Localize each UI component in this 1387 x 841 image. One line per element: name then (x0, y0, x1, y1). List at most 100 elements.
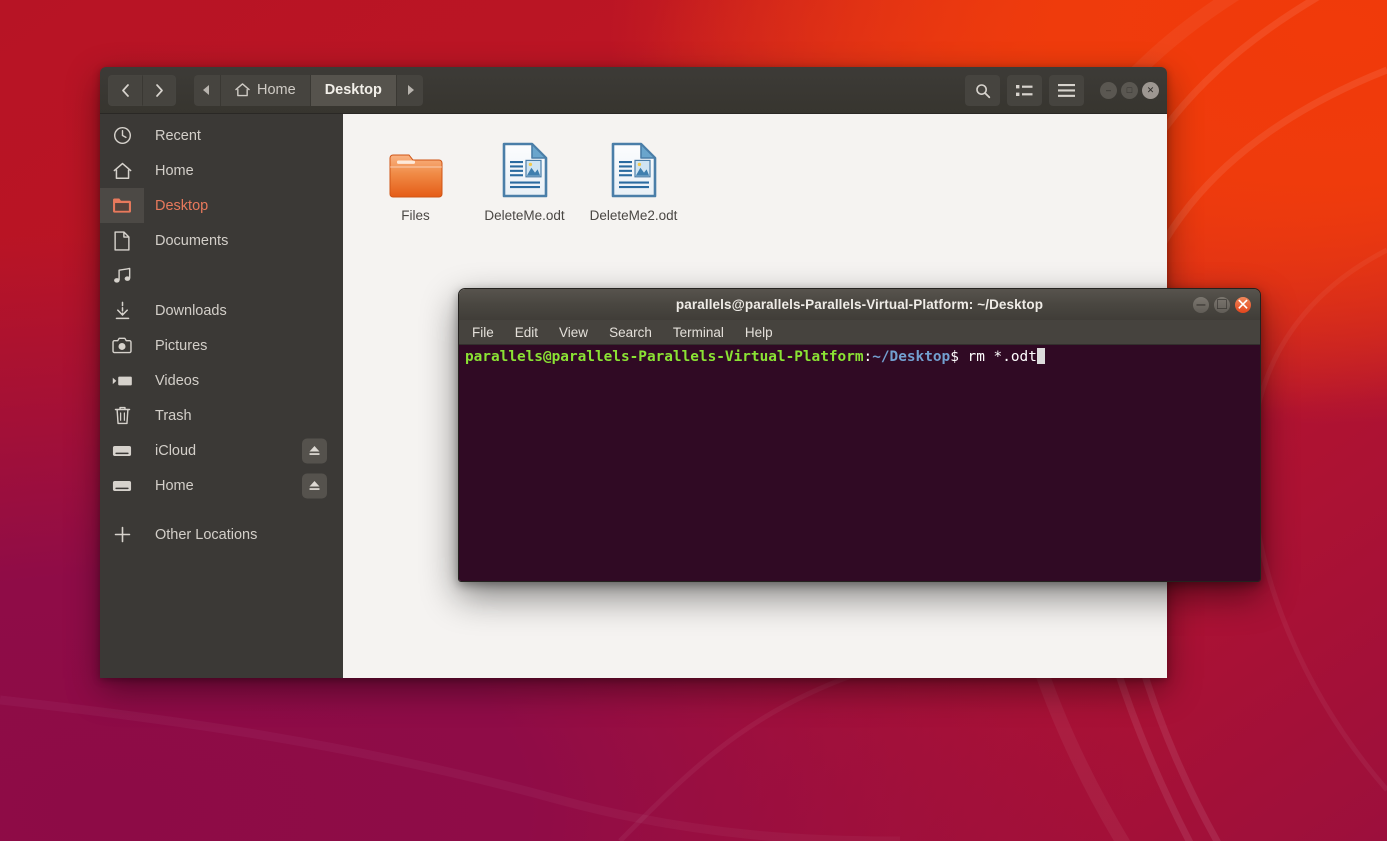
terminal-menu-bar: File Edit View Search Terminal Help (459, 320, 1260, 345)
sidebar-item-music[interactable] (100, 258, 343, 293)
sidebar-item-documents[interactable]: Documents (100, 223, 343, 258)
header-right-controls: – □ ✕ (965, 67, 1159, 114)
music-icon (100, 258, 144, 293)
camera-icon (100, 328, 144, 363)
terminal-window-controls: – □ ✕ (1193, 297, 1251, 313)
sidebar-item-desktop[interactable]: Desktop (100, 188, 343, 223)
search-icon (975, 83, 991, 99)
files-minimize-button[interactable]: – (1100, 82, 1117, 99)
sidebar-item-home-drive[interactable]: Home (100, 468, 343, 503)
file-item-deleteme2-odt[interactable]: DeleteMe2.odt (583, 130, 684, 231)
sidebar-spacer (100, 503, 343, 517)
file-item-files-folder[interactable]: Files (365, 130, 466, 231)
sidebar-item-pictures[interactable]: Pictures (100, 328, 343, 363)
menu-item-help[interactable]: Help (742, 324, 776, 341)
hamburger-menu-icon (1058, 84, 1075, 97)
triangle-right-icon (406, 85, 414, 95)
prompt-path: ~/Desktop (872, 349, 950, 365)
eject-button-icloud[interactable] (302, 438, 327, 463)
sidebar-item-downloads[interactable]: Downloads (100, 293, 343, 328)
eject-icon (308, 480, 321, 492)
odt-document-icon (610, 137, 658, 199)
drive-icon (100, 468, 144, 503)
files-header-bar: Home Desktop (100, 67, 1167, 114)
home-icon (100, 153, 144, 188)
file-name: Files (401, 207, 430, 224)
terminal-command-text (959, 349, 968, 365)
triangle-left-icon (203, 85, 211, 95)
sidebar-label-home-drive: Home (144, 478, 194, 494)
terminal-cursor (1037, 348, 1045, 364)
sidebar-label-pictures: Pictures (144, 338, 207, 354)
folder-icon (100, 188, 144, 223)
prompt-user-host: parallels@parallels-Parallels-Virtual-Pl… (465, 349, 864, 365)
sidebar-label-recent: Recent (144, 128, 201, 144)
folder-icon (388, 137, 444, 199)
menu-item-terminal[interactable]: Terminal (670, 324, 727, 341)
menu-item-view[interactable]: View (556, 324, 591, 341)
menu-item-search[interactable]: Search (606, 324, 655, 341)
sidebar-label-desktop: Desktop (144, 198, 208, 214)
files-window-controls: – □ ✕ (1100, 82, 1159, 99)
sidebar: Recent Home Desktop (100, 114, 343, 678)
breadcrumb-item-home[interactable]: Home (220, 75, 310, 106)
sidebar-label-other-locations: Other Locations (144, 527, 257, 543)
breadcrumb-scroll-right[interactable] (396, 75, 423, 106)
sidebar-item-icloud[interactable]: iCloud (100, 433, 343, 468)
chevron-right-icon (154, 83, 165, 98)
drive-icon (100, 433, 144, 468)
sidebar-label-documents: Documents (144, 233, 228, 249)
terminal-title-text: parallels@parallels-Parallels-Virtual-Pl… (676, 297, 1043, 312)
prompt-separator: : (864, 349, 873, 365)
sidebar-item-recent[interactable]: Recent (100, 118, 343, 153)
breadcrumb-label-desktop: Desktop (325, 82, 382, 98)
terminal-maximize-button[interactable]: □ (1214, 297, 1230, 313)
eject-icon (308, 445, 321, 457)
back-button[interactable] (108, 75, 142, 106)
sidebar-label-home: Home (144, 163, 194, 179)
file-name: DeleteMe.odt (484, 207, 564, 224)
terminal-command: rm *.odt (968, 349, 1037, 365)
video-icon (100, 363, 144, 398)
plus-icon (100, 517, 144, 552)
breadcrumb: Home Desktop (194, 75, 423, 106)
download-icon (100, 293, 144, 328)
sidebar-label-icloud: iCloud (144, 443, 196, 459)
sidebar-label-downloads: Downloads (144, 303, 227, 319)
sidebar-item-other-locations[interactable]: Other Locations (100, 517, 343, 552)
forward-button[interactable] (142, 75, 176, 106)
terminal-title-bar[interactable]: parallels@parallels-Parallels-Virtual-Pl… (459, 289, 1260, 320)
trash-icon (100, 398, 144, 433)
search-button[interactable] (965, 75, 1000, 106)
breadcrumb-scroll-left[interactable] (194, 75, 220, 106)
sidebar-item-videos[interactable]: Videos (100, 363, 343, 398)
sidebar-label-trash: Trash (144, 408, 192, 424)
view-list-icon (1016, 84, 1033, 98)
files-close-button[interactable]: ✕ (1142, 82, 1159, 99)
breadcrumb-item-desktop[interactable]: Desktop (310, 75, 396, 106)
menu-item-edit[interactable]: Edit (512, 324, 541, 341)
terminal-screen[interactable]: parallels@parallels-Parallels-Virtual-Pl… (459, 345, 1260, 581)
file-name: DeleteMe2.odt (590, 207, 678, 224)
terminal-prompt-line: parallels@parallels-Parallels-Virtual-Pl… (465, 348, 1254, 367)
menu-item-file[interactable]: File (469, 324, 497, 341)
odt-document-icon (501, 137, 549, 199)
navigation-buttons (108, 75, 176, 106)
home-icon (235, 83, 250, 97)
view-options-button[interactable] (1007, 75, 1042, 106)
terminal-close-button[interactable]: ✕ (1235, 297, 1251, 313)
eject-button-home[interactable] (302, 473, 327, 498)
prompt-sigil: $ (950, 349, 959, 365)
breadcrumb-label-home: Home (257, 82, 296, 98)
terminal-window: parallels@parallels-Parallels-Virtual-Pl… (458, 288, 1261, 582)
sidebar-item-trash[interactable]: Trash (100, 398, 343, 433)
document-icon (100, 223, 144, 258)
clock-icon (100, 118, 144, 153)
chevron-left-icon (120, 83, 131, 98)
sidebar-label-videos: Videos (144, 373, 199, 389)
sidebar-item-home[interactable]: Home (100, 153, 343, 188)
files-maximize-button[interactable]: □ (1121, 82, 1138, 99)
main-menu-button[interactable] (1049, 75, 1084, 106)
terminal-minimize-button[interactable]: – (1193, 297, 1209, 313)
file-item-deleteme-odt[interactable]: DeleteMe.odt (474, 130, 575, 231)
